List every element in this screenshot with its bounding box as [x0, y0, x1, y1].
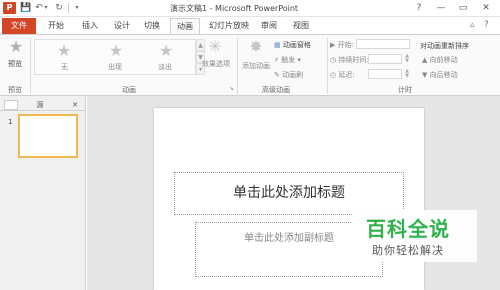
tab-insert[interactable]: 插入 — [76, 18, 104, 34]
animation-fade-label[interactable]: 淡出 — [158, 62, 172, 72]
watermark-subtitle: 助你轻松解决 — [372, 244, 444, 257]
start-label: ▶ 开始: — [330, 41, 354, 49]
fade-star-icon[interactable]: ★ — [157, 43, 175, 59]
reorder-title: 对动画重新排序 — [420, 42, 469, 50]
effect-options-icon[interactable]: ✳ — [206, 39, 224, 55]
duration-spinner[interactable]: ▲ ▼ — [403, 54, 411, 64]
tab-home[interactable]: 开始 — [42, 18, 70, 34]
powerpoint-logo-icon: P — [3, 2, 16, 14]
tab-view[interactable]: 视图 — [288, 18, 314, 34]
slide-thumbnail-pane: 源 ✕ 1 — [0, 96, 86, 290]
add-animation-label[interactable]: 添加动画 — [242, 61, 270, 71]
trigger-label: 触发 — [281, 56, 296, 64]
duration-input[interactable] — [368, 54, 402, 64]
advanced-animation-group-label: 高级动画 — [262, 86, 290, 94]
restore-button[interactable]: ▭ — [452, 0, 474, 16]
tab-file[interactable]: 文件 — [2, 18, 36, 34]
title-placeholder[interactable]: 单击此处添加标题 — [174, 172, 404, 215]
animation-painter-icon: ✎ — [274, 71, 280, 79]
close-pane-icon[interactable]: ✕ — [70, 100, 80, 110]
collapse-ribbon-icon[interactable]: ▵ — [470, 20, 475, 30]
undo-dropdown-icon[interactable]: ▾ — [43, 3, 49, 13]
pane-header: 源 ✕ — [0, 98, 86, 111]
tab-slides[interactable] — [4, 100, 18, 110]
tab-review[interactable]: 审阅 — [256, 18, 282, 34]
preview-button-label[interactable]: 预览 — [8, 59, 22, 69]
start-icon: ▶ — [330, 41, 336, 49]
watermark-title: 百科全说 — [366, 217, 450, 241]
tab-transitions[interactable]: 切换 — [138, 18, 166, 34]
animation-group-label: 动画 — [122, 86, 136, 94]
delay-spinner[interactable]: ▲ ▼ — [403, 69, 411, 79]
effect-options-label[interactable]: 效果选项 — [202, 59, 230, 69]
delay-input[interactable] — [368, 69, 402, 79]
move-earlier-button[interactable]: ▲ 向前移动 — [422, 55, 458, 65]
add-animation-icon[interactable]: ✸ — [246, 39, 266, 55]
tab-slideshow[interactable]: 幻灯片放映 — [204, 18, 254, 34]
preview-star-icon[interactable]: ★ — [7, 39, 25, 55]
move-later-button[interactable]: ▼ 向后移动 — [422, 70, 458, 80]
duration-label: ◷ 持续时间: — [330, 56, 369, 64]
save-icon[interactable]: 💾 — [20, 3, 31, 13]
duration-icon: ◷ — [330, 56, 337, 64]
appear-star-icon[interactable]: ★ — [107, 43, 125, 59]
start-select[interactable] — [356, 39, 410, 49]
animation-appear-label[interactable]: 出现 — [108, 62, 122, 72]
move-earlier-icon: ▲ — [422, 56, 428, 64]
animation-painter-button[interactable]: ✎ 动画刷 — [274, 70, 303, 80]
redo-icon[interactable]: ↻ — [54, 3, 64, 13]
close-button[interactable]: ✕ — [475, 0, 497, 16]
help-icon[interactable]: ? — [484, 20, 489, 30]
animation-pane-icon: ▦ — [274, 41, 281, 49]
group-separator — [30, 38, 31, 94]
help-button[interactable]: ? — [408, 0, 430, 16]
animation-painter-label: 动画刷 — [282, 71, 304, 79]
group-separator — [327, 38, 328, 94]
thumbnail-number: 1 — [8, 118, 13, 126]
animation-dialog-launcher-icon[interactable]: ↘ — [229, 85, 234, 92]
animation-pane-button[interactable]: ▦ 动画窗格 — [274, 40, 311, 50]
delay-label: ◴ 延迟: — [330, 71, 355, 79]
move-later-icon: ▼ — [422, 71, 428, 79]
tab-outline[interactable]: 源 — [32, 100, 48, 110]
title-bar: P 💾 ↶ ▾ ↻ ▾ 演示文稿1 - Microsoft PowerPoint… — [0, 0, 500, 17]
group-separator — [237, 38, 238, 94]
preview-group-label: 预览 — [8, 86, 22, 94]
slide-thumbnail[interactable] — [18, 114, 78, 158]
window-title: 演示文稿1 - Microsoft PowerPoint — [170, 4, 299, 13]
tab-design[interactable]: 设计 — [108, 18, 136, 34]
slide[interactable]: 单击此处添加标题 单击此处添加副标题 — [154, 108, 424, 290]
ribbon: ★ 预览 预览 ★ 无 ★ 出现 ★ 淡出 ▲ ▼ ▾ ✳ 效果选项 动画 ↘ … — [0, 34, 500, 96]
customize-qat-icon[interactable]: ▾ — [72, 3, 82, 13]
ribbon-tab-bar: 文件 开始 插入 设计 切换 动画 幻灯片放映 审阅 视图 ▵ ? — [0, 17, 500, 35]
minimize-button[interactable]: — — [430, 0, 452, 16]
delay-icon: ◴ — [330, 71, 337, 79]
none-star-icon[interactable]: ★ — [55, 43, 73, 59]
timing-group-label: 计时 — [398, 86, 412, 94]
animation-pane-label: 动画窗格 — [282, 41, 311, 49]
watermark: 百科全说 助你轻松解决 — [352, 210, 477, 262]
tab-animations[interactable]: 动画 — [170, 18, 200, 35]
gallery-scroll-up-icon[interactable]: ▲ — [196, 39, 205, 51]
trigger-button[interactable]: ⚡ 触发 ▾ — [274, 55, 301, 65]
quick-access-separator — [68, 3, 69, 13]
animation-gallery: ★ 无 ★ 出现 ★ 淡出 — [34, 39, 196, 75]
trigger-icon: ⚡ — [274, 56, 279, 64]
animation-none-label[interactable]: 无 — [61, 62, 68, 72]
